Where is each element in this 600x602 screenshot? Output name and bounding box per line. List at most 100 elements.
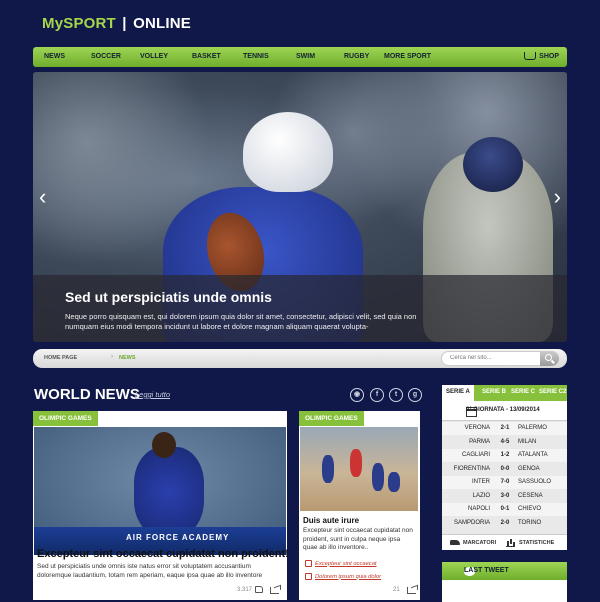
- site-logo[interactable]: MySPORT | ONLINE: [42, 15, 191, 32]
- match-row[interactable]: FIORENTINA 0-0 GENOA: [442, 463, 567, 476]
- home-team: PARMA: [469, 438, 490, 445]
- nav-item-basket[interactable]: BASKET: [192, 53, 221, 60]
- read-all-link[interactable]: Leggi tutto: [135, 390, 170, 399]
- hero-slider[interactable]: ‹ › Sed ut perspiciatis unde omnis Neque…: [33, 72, 567, 342]
- nav-item-more-sport[interactable]: MORE SPORT: [384, 53, 431, 60]
- card-main-description: Sed ut perspiciatis unde omnis iste natu…: [37, 563, 263, 579]
- nav-item-volley[interactable]: VOLLEY: [140, 53, 168, 60]
- runner-figure: [372, 463, 384, 491]
- last-tweet-header: LAST TWEET: [442, 562, 567, 580]
- category-tag[interactable]: OLIMPIC GAMES: [299, 411, 364, 426]
- hero-title[interactable]: Sed ut perspiciatis unde omnis: [65, 289, 535, 305]
- section-title: WORLD NEWS: [34, 386, 140, 403]
- matchday-header: 2° GIORNATA - 13/09/2014: [442, 401, 567, 421]
- search-box: [441, 351, 559, 366]
- results-footer: MARCATORI STATISTICHE: [442, 534, 567, 550]
- hero-helmet: [243, 112, 333, 192]
- cart-icon: [524, 52, 537, 60]
- match-row[interactable]: PARMA 4-5 MILAN: [442, 436, 567, 449]
- match-row[interactable]: CAGLIARI 1-2 ATALANTA: [442, 449, 567, 462]
- share-icon[interactable]: [270, 587, 279, 594]
- match-score: 1-2: [500, 452, 510, 458]
- like-count: 21: [393, 587, 400, 593]
- away-team: PALERMO: [518, 425, 547, 431]
- athlete-figure: [134, 447, 204, 537]
- home-team: SAMPDORIA: [453, 519, 490, 526]
- stats-link[interactable]: STATISTICHE: [519, 540, 554, 546]
- tab-serie-a[interactable]: SERIE A: [442, 385, 474, 401]
- brand-separator: |: [122, 15, 127, 32]
- away-team: MILAN: [518, 438, 537, 445]
- nav-item-swim[interactable]: SWIM: [296, 53, 315, 60]
- hero-description: Neque porro quisquam est, qui dolorem ip…: [65, 312, 417, 331]
- runner-figure: [350, 449, 362, 477]
- last-tweet-title: LAST TWEET: [464, 567, 509, 574]
- home-team: NAPOLI: [467, 506, 490, 512]
- nav-item-tennis[interactable]: TENNIS: [243, 53, 269, 60]
- brand-second: ONLINE: [133, 15, 191, 32]
- breadcrumb-separator: ›: [111, 354, 113, 360]
- document-icon: [305, 573, 312, 580]
- home-team: INTER: [472, 479, 490, 485]
- match-row[interactable]: VERONA 2-1 PALERMO: [442, 422, 567, 435]
- brand-first: MySPORT: [42, 15, 116, 32]
- share-icon[interactable]: [407, 587, 416, 594]
- tab-serie-c[interactable]: SERIE C: [511, 389, 535, 395]
- last-tweet-widget: LAST TWEET: [442, 562, 567, 602]
- runner-figure: [322, 455, 334, 483]
- match-score: 3-0: [500, 492, 510, 499]
- thumbs-up-icon[interactable]: [255, 586, 263, 593]
- category-tag[interactable]: OLIMPIC GAMES: [33, 411, 98, 426]
- league-tabs: SERIE A SERIE B SERIE C SERIE C2: [442, 385, 567, 401]
- match-score: 0-1: [500, 506, 510, 512]
- googleplus-icon[interactable]: g: [408, 388, 422, 402]
- card-main-title[interactable]: Excepteur sint occaecat cupidatat non pr…: [37, 548, 289, 560]
- breadcrumb-home[interactable]: HOME PAGE: [44, 355, 77, 361]
- twitter-icon[interactable]: t: [389, 388, 403, 402]
- related-link-label: Dolorem ipsum quia dolor: [315, 573, 382, 580]
- match-score: 2-0: [500, 519, 510, 526]
- nav-item-rugby[interactable]: RUGBY: [344, 53, 369, 60]
- hero-prev-arrow-icon[interactable]: ‹: [39, 184, 46, 210]
- card-side-title[interactable]: Duis aute irure: [303, 516, 359, 525]
- news-card-side[interactable]: OLIMPIC GAMES 21: [299, 411, 420, 600]
- match-score: 4-5: [500, 438, 510, 445]
- hero-next-arrow-icon[interactable]: ›: [554, 184, 561, 210]
- nav-item-soccer[interactable]: SOCCER: [91, 53, 121, 60]
- match-score: 2-1: [500, 425, 510, 431]
- match-row[interactable]: NAPOLI 0-1 CHIEVO: [442, 503, 567, 516]
- search-input[interactable]: [450, 355, 540, 361]
- stats-icon: [506, 539, 515, 547]
- away-team: CHIEVO: [518, 506, 542, 512]
- match-score: 0-0: [500, 465, 510, 472]
- match-row[interactable]: SAMPDORIA 2-0 TORINO: [442, 517, 567, 530]
- related-link[interactable]: Dolorem ipsum quia dolor: [305, 573, 381, 580]
- match-row[interactable]: INTER 7-0 SASSUOLO: [442, 476, 567, 489]
- away-team: TORINO: [518, 519, 542, 526]
- related-link[interactable]: Excepteur sint occaecat: [305, 560, 377, 567]
- hero-opponent-helmet: [463, 137, 523, 192]
- tab-serie-c2[interactable]: SERIE C2: [539, 389, 566, 395]
- home-team: FIORENTINA: [453, 465, 490, 472]
- away-team: SASSUOLO: [518, 479, 552, 485]
- hero-caption: Sed ut perspiciatis unde omnis Neque por…: [33, 275, 567, 342]
- rss-icon[interactable]: ◉: [350, 388, 364, 402]
- scorers-link[interactable]: MARCATORI: [463, 540, 496, 546]
- nav-item-news[interactable]: NEWS: [44, 53, 65, 60]
- facebook-icon[interactable]: f: [370, 388, 384, 402]
- card-side-description: Excepteur sint occaecat cupidatat non pr…: [303, 527, 413, 551]
- away-team: ATALANTA: [518, 452, 548, 458]
- tab-serie-b[interactable]: SERIE B: [482, 389, 506, 395]
- related-link-label: Excepteur sint occaecat: [315, 560, 377, 567]
- runner-figure: [388, 472, 400, 492]
- like-count: 3.317: [237, 587, 253, 593]
- search-button[interactable]: [540, 351, 559, 366]
- match-score: 7-0: [500, 479, 510, 485]
- home-team: VERONA: [464, 425, 490, 431]
- away-team: CESENA: [518, 492, 543, 499]
- search-icon: [545, 354, 552, 361]
- shop-link[interactable]: SHOP: [524, 52, 559, 60]
- card-image[interactable]: AIR FORCE ACADEMY: [34, 427, 286, 555]
- match-row[interactable]: LAZIO 3-0 CESENA: [442, 490, 567, 503]
- card-image[interactable]: [300, 427, 418, 511]
